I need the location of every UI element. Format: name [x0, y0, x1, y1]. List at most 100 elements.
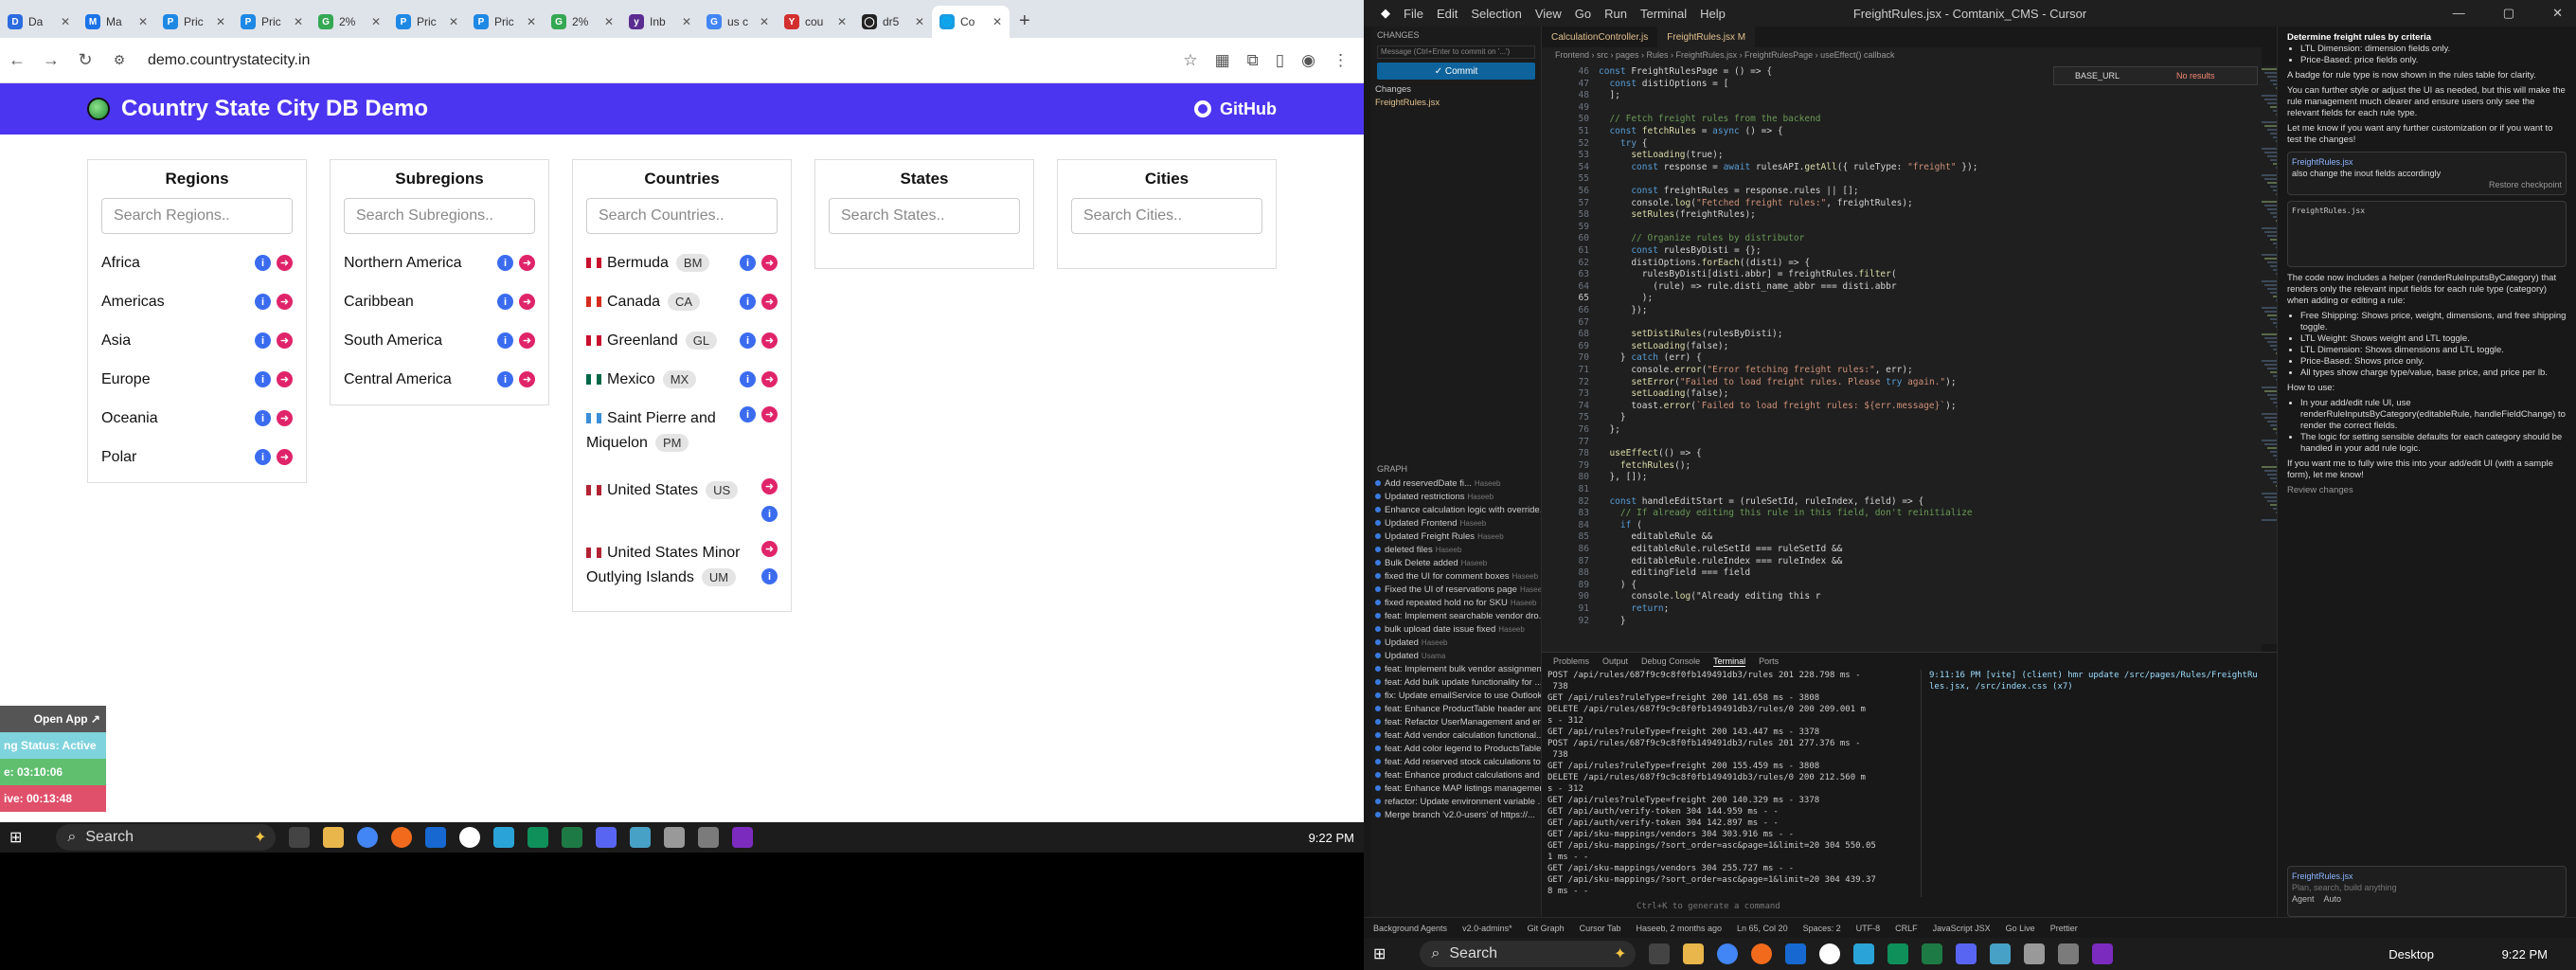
status-item[interactable]: JavaScript JSX — [1933, 924, 1991, 933]
info-icon[interactable]: i — [497, 332, 513, 349]
arrow-right-icon[interactable]: ➜ — [277, 294, 293, 310]
code-area[interactable]: 46 const FreightRulesPage = () => {47 con… — [1542, 66, 2262, 654]
arrow-right-icon[interactable]: ➜ — [519, 371, 535, 387]
menu-item[interactable]: Terminal — [1640, 7, 1687, 21]
taskbar-app-icon[interactable] — [1853, 943, 1875, 964]
subregions-search-input[interactable]: Search Subregions.. — [344, 198, 535, 234]
arrow-right-icon[interactable]: ➜ — [761, 478, 778, 494]
arrow-right-icon[interactable]: ➜ — [761, 371, 778, 387]
settings-icon[interactable] — [664, 827, 686, 848]
menu-item[interactable]: Go — [1575, 7, 1591, 21]
browser-tab[interactable]: P Pric ✕ — [388, 6, 466, 38]
taskbar-app-icon[interactable] — [2058, 943, 2080, 964]
info-icon[interactable]: i — [740, 332, 756, 349]
commit-row[interactable]: feat: Implement bulk vendor assignmen... — [1371, 663, 1541, 676]
code-line[interactable]: if ( — [1599, 520, 1642, 530]
browser-tab[interactable]: y Inb ✕ — [621, 6, 699, 38]
code-line[interactable]: setError("Failed to load freight rules. … — [1599, 377, 1956, 387]
model-select[interactable]: Auto — [2324, 893, 2342, 905]
puzzle-icon[interactable]: ⧉ — [1247, 51, 1259, 70]
list-item[interactable]: Asia i ➜ — [88, 321, 306, 360]
taskbar-app-icon[interactable] — [1683, 943, 1705, 964]
code-line[interactable]: const distiOptions = [ — [1599, 79, 1728, 89]
tab-close-icon[interactable]: ✕ — [760, 15, 769, 28]
code-line[interactable]: const FreightRulesPage = () => { — [1599, 66, 1772, 77]
chat-input-placeholder[interactable]: Plan, search, build anything — [2292, 882, 2562, 893]
code-line[interactable]: editableRule.ruleSetId === ruleSetId && — [1599, 544, 1842, 554]
commit-row[interactable]: feat: Enhance product calculations and .… — [1371, 769, 1541, 782]
info-icon[interactable]: i — [255, 371, 271, 387]
commit-row[interactable]: bulk upload date issue fixed Haseeb — [1371, 623, 1541, 637]
info-icon[interactable]: i — [497, 371, 513, 387]
browser-tab[interactable]: G 2% ✕ — [544, 6, 621, 38]
teams-icon[interactable] — [596, 827, 617, 848]
taskbar-app-icon[interactable] — [1922, 943, 1943, 964]
vscode-icon[interactable] — [425, 827, 447, 848]
status-item[interactable]: Haseeb, 2 months ago — [1636, 924, 1722, 933]
code-line[interactable]: } — [1599, 616, 1626, 626]
panel-tab[interactable]: Debug Console — [1641, 656, 1700, 666]
status-item[interactable]: Git Graph — [1528, 924, 1565, 933]
taskbar-app-icon[interactable] — [2092, 943, 2114, 964]
code-line[interactable]: ) { — [1599, 580, 1637, 590]
minimize-icon[interactable]: — — [2453, 6, 2465, 21]
code-line[interactable]: toast.error(`Failed to load freight rule… — [1599, 401, 1956, 411]
code-line[interactable]: // Organize rules by distributor — [1599, 233, 1804, 243]
list-item[interactable]: Central America i ➜ — [331, 360, 548, 399]
taskbar-app-icon[interactable] — [1990, 943, 2012, 964]
tab-close-icon[interactable]: ✕ — [682, 15, 691, 28]
taskbar-search-2[interactable]: ⌕ Search ✦ — [1420, 941, 1637, 967]
chat-input-context[interactable]: FreightRules.jsx — [2292, 871, 2562, 882]
commit-row[interactable]: deleted files Haseeb — [1371, 544, 1541, 557]
taskbar-app-icon[interactable] — [1887, 943, 1909, 964]
info-icon[interactable]: i — [255, 255, 271, 271]
code-line[interactable]: distiOptions.forEach((disti) => { — [1599, 258, 1810, 268]
regions-search-input[interactable]: Search Regions.. — [101, 198, 293, 234]
commit-row[interactable]: fixed repeated hold no for SKU Haseeb — [1371, 597, 1541, 610]
status-item[interactable]: Background Agents — [1373, 924, 1447, 933]
info-icon[interactable]: i — [255, 449, 271, 465]
browser-tab[interactable]: G 2% ✕ — [311, 6, 388, 38]
forward-icon[interactable]: → — [34, 50, 68, 70]
tab-close-icon[interactable]: ✕ — [216, 15, 225, 28]
country-item[interactable]: Saint Pierre and Miquelon PM i ➜ — [573, 399, 791, 471]
code-line[interactable]: console.error("Error fetching freight ru… — [1599, 365, 1912, 375]
browser-tab[interactable]: P Pric ✕ — [466, 6, 544, 38]
commit-row[interactable]: fixed the UI for comment boxes Haseeb — [1371, 570, 1541, 584]
info-icon[interactable]: i — [740, 406, 756, 422]
menu-item[interactable]: View — [1535, 7, 1562, 21]
terminal-output-backend[interactable]: POST /api/rules/687f9c9c8f0fb149491db3/r… — [1542, 670, 1921, 897]
browser-tab[interactable]: 🌐 Co ✕ — [932, 6, 1010, 38]
tab-close-icon[interactable]: ✕ — [915, 15, 924, 28]
arrow-right-icon[interactable]: ➜ — [519, 332, 535, 349]
code-line[interactable]: }, []); — [1599, 472, 1647, 482]
panel-tab[interactable]: Ports — [1759, 656, 1779, 666]
bookmark-star-icon[interactable]: ☆ — [1183, 51, 1197, 70]
info-icon[interactable]: i — [255, 294, 271, 310]
code-line[interactable]: } — [1599, 412, 1626, 422]
back-icon[interactable]: ← — [0, 50, 34, 70]
commit-row[interactable]: Updated Haseeb — [1371, 637, 1541, 650]
code-line[interactable]: setLoading(true); — [1599, 150, 1723, 160]
close-icon[interactable]: ✕ — [2552, 6, 2563, 21]
tab-close-icon[interactable]: ✕ — [837, 15, 847, 28]
menu-item[interactable]: Edit — [1437, 7, 1458, 21]
code-line[interactable]: setLoading(false); — [1599, 388, 1728, 399]
code-line[interactable]: console.log("Fetched freight rules:", fr… — [1599, 198, 1912, 208]
code-line[interactable]: setRules(freightRules); — [1599, 209, 1756, 220]
info-icon[interactable]: i — [740, 371, 756, 387]
tab-close-icon[interactable]: ✕ — [61, 15, 70, 28]
code-line[interactable]: // If already editing this rule in this … — [1599, 508, 1973, 518]
taskbar-app-icon[interactable] — [1717, 943, 1739, 964]
code-line[interactable]: return; — [1599, 603, 1669, 614]
code-line[interactable]: console.log("Already editing this r — [1599, 591, 1820, 602]
profile-icon[interactable]: ◉ — [1301, 51, 1315, 70]
info-icon[interactable]: i — [255, 332, 271, 349]
tab-close-icon[interactable]: ✕ — [993, 15, 1002, 28]
changes-group[interactable]: Changes — [1371, 83, 1541, 97]
windows-start-icon-2[interactable]: ⊞ — [1373, 944, 1386, 963]
browser-tab[interactable]: P Pric ✕ — [233, 6, 311, 38]
status-item[interactable]: CRLF — [1895, 924, 1918, 933]
windows-start-icon[interactable]: ⊞ — [9, 828, 22, 847]
commit-row[interactable]: Merge branch 'v2.0-users' of https://... — [1371, 809, 1541, 822]
